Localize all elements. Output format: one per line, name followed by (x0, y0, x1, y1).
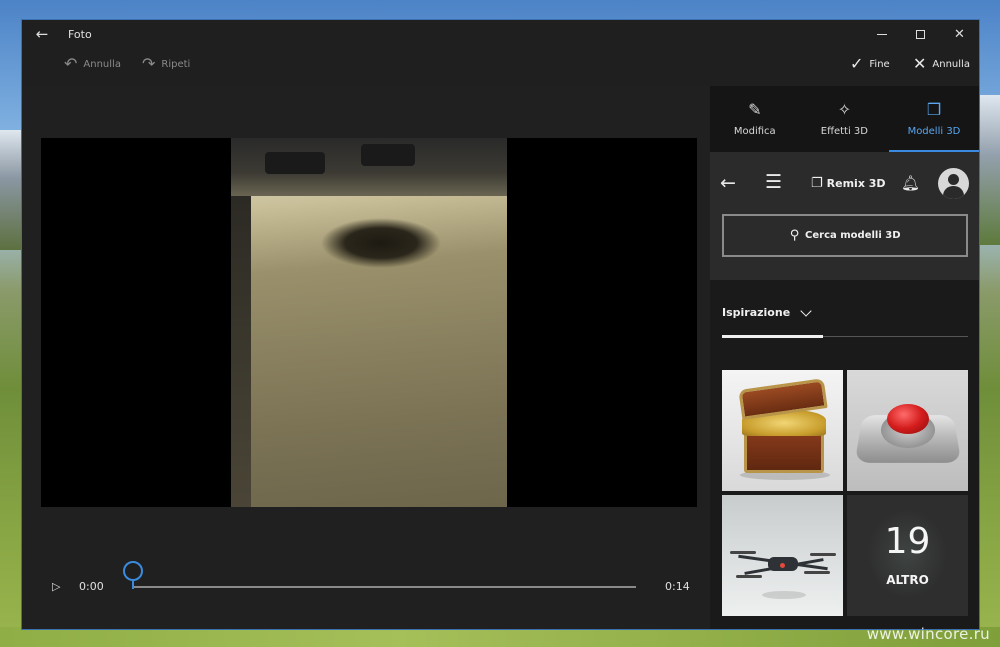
remix-3d-logo[interactable]: ❐ Remix 3D (811, 176, 886, 191)
chevron-down-icon (800, 304, 812, 317)
remix-nav-bar: ← ☰ ❐ Remix 3D 🔔︎ (710, 166, 979, 202)
drone-shadow (762, 591, 806, 599)
desktop-wallpaper-left (0, 130, 22, 250)
section-underline (722, 335, 823, 338)
desktop-wallpaper-bottom (0, 627, 1000, 647)
play-button[interactable]: ▷ (52, 580, 60, 593)
more-models-label: ALTRO (886, 573, 929, 587)
done-label: Fine (869, 58, 890, 70)
tab-label: Modelli 3D (907, 125, 961, 137)
minimize-button[interactable] (862, 20, 901, 48)
search-models-button[interactable]: ⚲ Cerca modelli 3D (722, 214, 968, 257)
tab-label: Effetti 3D (820, 125, 868, 137)
video-preview[interactable] (41, 138, 697, 507)
remix-brand-label: Remix 3D (826, 177, 886, 190)
edit-toolbar: ↶ Annulla ↷ Ripeti ✓ Fine ✕ Annulla (22, 48, 979, 86)
inspiration-dropdown[interactable]: Ispirazione (722, 304, 812, 319)
models-grid: 19 ALTRO (722, 370, 968, 620)
cancel-button[interactable]: ✕ Annulla (913, 56, 970, 72)
model-tile-red-button[interactable] (847, 370, 968, 491)
drone-rotor (804, 571, 830, 574)
pencil-icon: ✎ (748, 99, 762, 119)
redo-icon: ↷ (142, 54, 156, 73)
tab-label: Modifica (733, 125, 776, 137)
remix-back-button[interactable]: ← (720, 172, 736, 194)
model-tile-drone[interactable] (722, 495, 843, 616)
panel-tabs: ✎ Modifica ✧ Effetti 3D ❒ Modelli 3D (710, 86, 979, 152)
video-car (361, 144, 415, 166)
maximize-button[interactable] (901, 20, 940, 48)
more-models-tile[interactable]: 19 ALTRO (847, 495, 968, 616)
desktop-wallpaper-right (978, 95, 1000, 245)
back-arrow-icon: ← (35, 25, 49, 43)
user-avatar[interactable] (938, 168, 969, 199)
sparkle-icon: ✧ (837, 99, 852, 119)
video-frame-image (231, 138, 507, 507)
notification-bell-icon[interactable]: 🔔︎ (901, 174, 920, 192)
remix-3d-icon: ❐ (811, 176, 823, 191)
title-bar: ← Foto ✕ (22, 20, 979, 48)
undo-label: Annulla (83, 58, 121, 70)
remix-header: ← ☰ ❐ Remix 3D 🔔︎ ⚲ Cerca modelli 3D (710, 152, 979, 280)
close-icon: ✕ (913, 54, 927, 73)
close-window-button[interactable]: ✕ (940, 20, 979, 48)
checkmark-icon: ✓ (850, 54, 864, 73)
maximize-icon (916, 29, 925, 39)
site-watermark: www.wincore.ru (866, 625, 990, 643)
redo-button[interactable]: ↷ Ripeti (142, 56, 190, 72)
cube-icon: ❒ (926, 99, 942, 119)
photos-app-window: ← Foto ✕ ↶ Annulla ↷ Ripeti ✓ Fine ✕ Ann… (21, 19, 980, 630)
tab-modifica[interactable]: ✎ Modifica (710, 86, 800, 152)
button-red-cap (887, 404, 929, 434)
avatar-head (948, 174, 959, 185)
window-controls: ✕ (862, 20, 979, 48)
undo-button[interactable]: ↶ Annulla (64, 56, 121, 72)
drone-led (780, 563, 785, 568)
drone-rotor (810, 553, 836, 556)
more-models-count: 19 (884, 521, 931, 562)
video-timeline: ▷ 0:00 0:14 (22, 556, 710, 616)
tab-modelli-3d[interactable]: ❒ Modelli 3D (889, 86, 979, 152)
side-panel: ✎ Modifica ✧ Effetti 3D ❒ Modelli 3D ← ☰… (710, 86, 979, 629)
current-time: 0:00 (79, 580, 104, 593)
model-tile-treasure-chest[interactable] (722, 370, 843, 491)
undo-icon: ↶ (64, 54, 78, 73)
video-curb (231, 196, 251, 507)
drone-rotor (736, 575, 762, 578)
inspiration-label: Ispirazione (722, 306, 791, 319)
search-icon: ⚲ (789, 228, 800, 243)
avatar-body (943, 186, 964, 199)
tab-effetti-3d[interactable]: ✧ Effetti 3D (800, 86, 890, 152)
close-icon: ✕ (954, 26, 965, 42)
seek-scrubber[interactable] (123, 561, 143, 581)
scrubber-stem (132, 581, 134, 589)
editing-stage: ▷ 0:00 0:14 (22, 86, 710, 629)
back-button[interactable]: ← (22, 20, 62, 48)
video-car (265, 152, 325, 174)
seek-track[interactable] (133, 586, 636, 588)
search-models-label: Cerca modelli 3D (805, 230, 901, 241)
hamburger-menu-icon[interactable]: ☰ (765, 171, 782, 193)
cancel-label: Annulla (932, 58, 970, 70)
done-button[interactable]: ✓ Fine (850, 56, 890, 72)
total-duration: 0:14 (665, 580, 690, 593)
play-icon: ▷ (52, 580, 61, 593)
redo-label: Ripeti (161, 58, 191, 70)
drone-rotor (730, 551, 756, 554)
minimize-icon (876, 33, 887, 35)
app-title: Foto (68, 27, 92, 41)
